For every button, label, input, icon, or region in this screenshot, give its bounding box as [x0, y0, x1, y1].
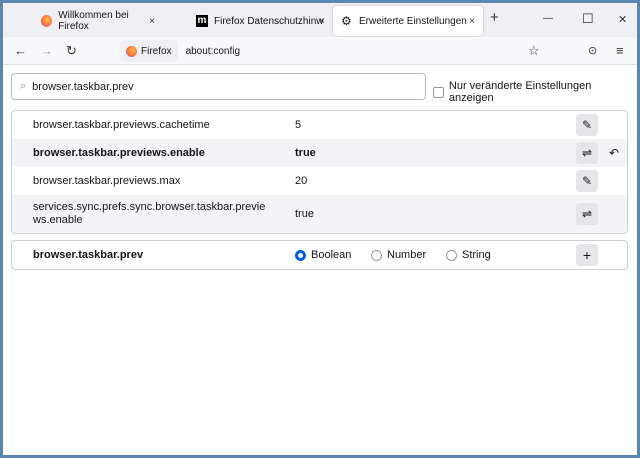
radio-string[interactable]: String [446, 249, 491, 261]
browser-window: Willkommen bei Firefox × m Firefox Daten… [3, 3, 637, 455]
radio-button[interactable] [295, 249, 306, 261]
maximize-button[interactable]: ☐ [582, 11, 594, 27]
search-input[interactable]: ⌕ browser.taskbar.prev [11, 73, 426, 100]
table-row: browser.taskbar.previews.enable true ⇌ ↶ [12, 139, 627, 167]
url-bar[interactable]: Firefox about:config [120, 40, 560, 62]
radio-label: Number [387, 249, 427, 261]
bookmark-star-icon[interactable]: ☆ [528, 43, 540, 59]
close-tab-icon[interactable]: × [469, 16, 475, 27]
pref-value: 5 [295, 119, 302, 131]
minimize-button[interactable]: — [543, 13, 553, 24]
radio-number[interactable]: Number [371, 249, 426, 261]
close-window-button[interactable]: ✕ [618, 13, 627, 26]
tab-privacy[interactable]: m Firefox Datenschutzhinweis – × [188, 6, 333, 36]
radio-label: String [462, 249, 491, 261]
pref-value: true [295, 208, 314, 220]
gear-icon: ⚙ [341, 14, 352, 28]
pref-name: browser.taskbar.previews.cachetime [33, 118, 210, 131]
identity-label: Firefox [141, 45, 172, 57]
checkbox-label: Nur veränderte Einstellungen anzeigen [448, 80, 592, 104]
pocket-icon[interactable]: ⊙ [588, 44, 597, 57]
menu-icon[interactable]: ≡ [616, 43, 624, 58]
radio-button[interactable] [446, 249, 457, 261]
tab-bar: Willkommen bei Firefox × m Firefox Daten… [3, 3, 637, 37]
back-button[interactable]: ← [14, 43, 27, 58]
pref-value: true [295, 147, 316, 159]
table-row: services.sync.prefs.sync.browser.taskbar… [12, 195, 627, 233]
close-tab-icon[interactable]: × [319, 16, 325, 27]
mozilla-icon: m [196, 15, 208, 27]
table-row: browser.taskbar.previews.cachetime 5 ✎ [12, 111, 627, 139]
url-input[interactable]: about:config [186, 46, 241, 57]
tab-label: Firefox Datenschutzhinweis – [214, 15, 324, 27]
firefox-icon [41, 15, 53, 27]
close-tab-icon[interactable]: × [149, 16, 155, 27]
edit-icon[interactable]: ✎ [576, 114, 598, 136]
tab-advanced-settings[interactable]: ⚙ Erweiterte Einstellungen × [333, 6, 483, 36]
pref-name: services.sync.prefs.sync.browser.taskbar… [33, 201, 266, 226]
new-tab-button[interactable]: + [490, 9, 499, 26]
prefs-table: browser.taskbar.previews.cachetime 5 ✎ b… [11, 110, 628, 234]
reload-button[interactable]: ↻ [66, 43, 77, 59]
toggle-icon[interactable]: ⇌ [576, 203, 598, 225]
tab-label: Erweiterte Einstellungen [359, 15, 467, 27]
tab-label: Willkommen bei Firefox [58, 10, 129, 32]
add-pref-row: browser.taskbar.prev Boolean Number Stri… [11, 240, 628, 270]
pref-name: browser.taskbar.previews.max [33, 174, 181, 187]
add-button[interactable]: + [576, 244, 598, 266]
radio-label: Boolean [311, 249, 352, 261]
radio-boolean[interactable]: Boolean [295, 249, 351, 261]
pref-name: browser.taskbar.previews.enable [33, 146, 205, 159]
identity-box[interactable]: Firefox [120, 40, 178, 62]
search-value: browser.taskbar.prev [32, 80, 134, 93]
reset-icon[interactable]: ↶ [609, 146, 619, 160]
radio-button[interactable] [371, 249, 382, 261]
edit-icon[interactable]: ✎ [576, 170, 598, 192]
nav-bar: ← → ↻ Firefox about:config ☆ ⊙ ≡ [3, 37, 637, 65]
toggle-icon[interactable]: ⇌ [576, 142, 598, 164]
firefox-icon [126, 45, 137, 57]
search-icon: ⌕ [20, 80, 27, 92]
table-row: browser.taskbar.previews.max 20 ✎ [12, 167, 627, 195]
pref-value: 20 [295, 175, 308, 187]
checkbox[interactable] [433, 86, 444, 98]
forward-button[interactable]: → [40, 43, 53, 58]
new-pref-name: browser.taskbar.prev [33, 249, 144, 261]
tab-welcome[interactable]: Willkommen bei Firefox × [33, 6, 163, 36]
modified-only-checkbox[interactable]: Nur veränderte Einstellungen anzeigen [433, 80, 637, 104]
